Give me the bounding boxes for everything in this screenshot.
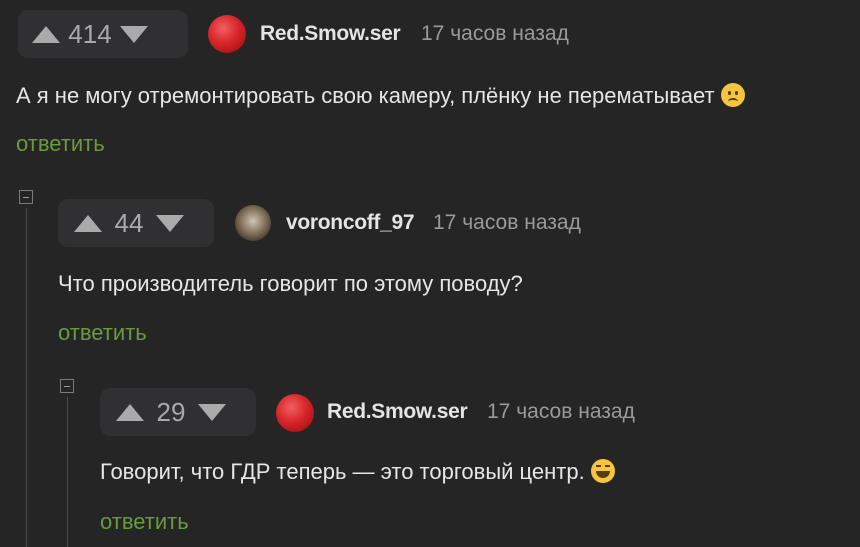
username[interactable]: Red.Smow.ser	[260, 22, 401, 46]
reply-link[interactable]: ответить	[58, 320, 147, 346]
username[interactable]: Red.Smow.ser	[327, 400, 468, 424]
downvote-icon[interactable]	[198, 403, 226, 421]
rolling-laughing-emoji-icon	[590, 459, 615, 483]
upvote-icon[interactable]	[74, 214, 102, 232]
username[interactable]: voroncoff_97	[286, 211, 415, 235]
reply-link[interactable]: ответить	[16, 131, 105, 157]
upvote-icon[interactable]	[32, 25, 60, 43]
thread-line[interactable]	[26, 208, 27, 547]
comment-text: Говорит, что ГДР теперь — это торговый ц…	[100, 459, 615, 485]
score: 44	[114, 207, 144, 238]
sad-face-emoji-icon	[720, 83, 745, 107]
timestamp[interactable]: 17 часов назад	[421, 22, 569, 46]
vote-box: 414	[18, 10, 188, 58]
downvote-icon[interactable]	[120, 25, 148, 43]
comment-text-body: Говорит, что ГДР теперь — это торговый ц…	[100, 459, 585, 484]
timestamp[interactable]: 17 часов назад	[433, 211, 581, 235]
comment-text-body: А я не могу отремонтировать свою камеру,…	[16, 83, 715, 108]
score: 414	[68, 18, 112, 49]
vote-box: 29	[100, 388, 256, 436]
upvote-icon[interactable]	[116, 403, 144, 421]
score: 29	[156, 396, 186, 427]
thread-line[interactable]	[67, 397, 68, 547]
comment-text: Что производитель говорит по этому повод…	[58, 271, 523, 296]
avatar[interactable]	[235, 205, 271, 241]
timestamp[interactable]: 17 часов назад	[487, 400, 635, 424]
collapse-thread-button[interactable]	[60, 379, 74, 393]
comment-text: А я не могу отремонтировать свою камеру,…	[16, 83, 745, 109]
downvote-icon[interactable]	[156, 214, 184, 232]
avatar[interactable]	[208, 15, 246, 53]
reply-link[interactable]: ответить	[100, 509, 189, 535]
collapse-thread-button[interactable]	[19, 190, 33, 204]
avatar[interactable]	[276, 394, 314, 432]
vote-box: 44	[58, 199, 214, 247]
